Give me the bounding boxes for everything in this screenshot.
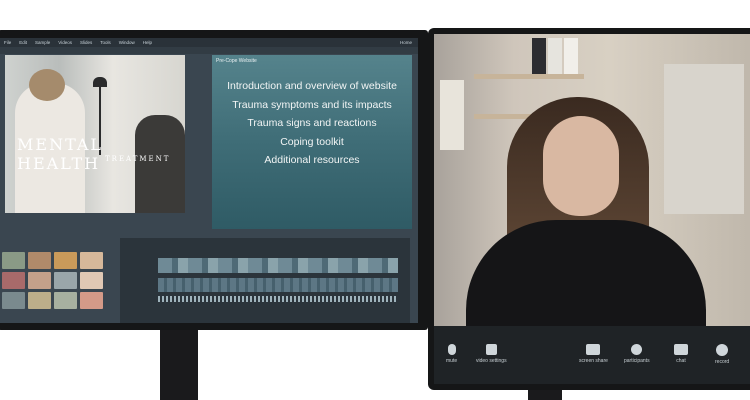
- bookshelf: [474, 74, 584, 79]
- slide-item: Trauma signs and reactions: [247, 117, 377, 129]
- binder: [548, 38, 562, 74]
- audio-track[interactable]: [158, 278, 398, 292]
- hair: [29, 69, 65, 101]
- call-toolbar: mute video settings screen share partici…: [434, 326, 750, 384]
- media-thumbnail[interactable]: [28, 292, 51, 309]
- slide-item: Introduction and overview of website: [227, 80, 397, 92]
- media-thumbnail[interactable]: [80, 292, 103, 309]
- record-label: record: [715, 359, 730, 365]
- screen-share-label: screen share: [579, 358, 608, 364]
- participants-label: participants: [624, 358, 650, 364]
- program-preview[interactable]: Pre-Cope Website Introduction and overvi…: [212, 55, 412, 229]
- woman-face: [543, 116, 619, 216]
- home-button[interactable]: Home: [400, 40, 412, 45]
- record-icon: [716, 344, 729, 356]
- source-preview[interactable]: MENTAL HEALTH TREATMENT: [5, 55, 185, 213]
- slide-item: Additional resources: [264, 154, 360, 166]
- wall-poster: [440, 80, 464, 150]
- menu-item[interactable]: Sample: [35, 40, 50, 45]
- scene-title: MENTAL HEALTH: [17, 135, 104, 173]
- mute-label: mute: [446, 358, 458, 364]
- mute-button[interactable]: mute: [446, 344, 457, 364]
- video-settings-label: video settings: [476, 358, 507, 364]
- menu-item[interactable]: Help: [143, 40, 152, 45]
- menu-item[interactable]: Slides: [80, 40, 92, 45]
- video-track[interactable]: [158, 258, 398, 273]
- media-thumbnail[interactable]: [54, 292, 77, 309]
- media-thumbnail[interactable]: [2, 272, 25, 289]
- right-monitor: mute video settings screen share partici…: [428, 28, 750, 390]
- media-thumbnail[interactable]: [54, 252, 77, 269]
- video-editor-window: File Edit Sample Videos Slides Tools Win…: [0, 38, 418, 323]
- window-frame: [664, 64, 744, 214]
- video-settings-button[interactable]: video settings: [476, 344, 507, 364]
- record-button[interactable]: record: [715, 344, 729, 365]
- media-thumbnail[interactable]: [80, 272, 103, 289]
- menu-item[interactable]: File: [4, 40, 11, 45]
- audio-waveform[interactable]: [158, 296, 398, 302]
- slide-item: Trauma symptoms and its impacts: [232, 98, 392, 111]
- slide-item: Coping toolkit: [280, 135, 344, 148]
- left-monitor: File Edit Sample Videos Slides Tools Win…: [0, 30, 428, 330]
- media-thumbnail[interactable]: [28, 272, 51, 289]
- media-thumbnail[interactable]: [54, 272, 77, 289]
- timeline[interactable]: [120, 238, 410, 323]
- slide-bullets: Introduction and overview of website Tra…: [212, 77, 412, 170]
- mic-icon: [447, 344, 456, 355]
- menu-item[interactable]: Tools: [100, 40, 111, 45]
- media-thumbnail[interactable]: [28, 252, 51, 269]
- screen-share-button[interactable]: screen share: [579, 344, 608, 364]
- media-thumbnail[interactable]: [2, 292, 25, 309]
- menu-bar: File Edit Sample Videos Slides Tools Win…: [0, 38, 418, 47]
- participants-button[interactable]: participants: [624, 344, 650, 364]
- binder: [532, 38, 546, 74]
- menu-item[interactable]: Edit: [19, 40, 27, 45]
- chat-label: chat: [676, 358, 686, 364]
- scene-subtitle: TREATMENT: [105, 155, 171, 163]
- media-thumbnail[interactable]: [80, 252, 103, 269]
- participants-icon: [631, 344, 643, 355]
- video-icon: [485, 344, 497, 355]
- media-bin: [0, 250, 114, 323]
- chat-button[interactable]: chat: [674, 344, 688, 364]
- media-thumbnail[interactable]: [2, 252, 25, 269]
- screen-share-icon: [586, 344, 601, 355]
- slide-header: Pre-Cope Website: [216, 58, 257, 64]
- menu-item[interactable]: Window: [119, 40, 135, 45]
- binder: [564, 38, 578, 74]
- panel-header-bar: [0, 47, 418, 54]
- menu-item[interactable]: Videos: [58, 40, 72, 45]
- video-call-window: mute video settings screen share partici…: [434, 34, 750, 384]
- chat-icon: [674, 344, 688, 355]
